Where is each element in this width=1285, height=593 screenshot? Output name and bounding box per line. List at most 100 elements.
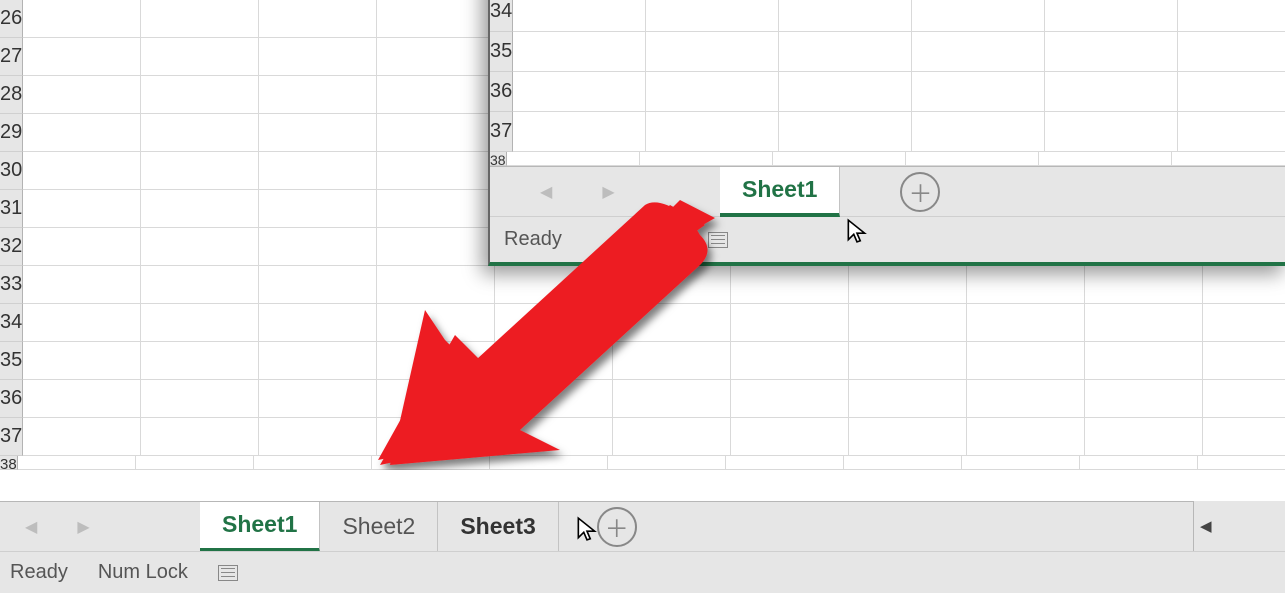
cell[interactable]: [1045, 72, 1178, 112]
cell[interactable]: [259, 228, 377, 266]
cell[interactable]: [646, 112, 779, 152]
cell[interactable]: [1203, 418, 1285, 456]
cell[interactable]: [495, 418, 613, 456]
cell[interactable]: [377, 304, 495, 342]
row-header[interactable]: 37: [490, 112, 513, 152]
cell[interactable]: [141, 0, 259, 38]
cell[interactable]: [849, 418, 967, 456]
cell[interactable]: [613, 380, 731, 418]
cell[interactable]: [608, 456, 726, 470]
cell[interactable]: [731, 266, 849, 304]
cell[interactable]: [259, 0, 377, 38]
cell[interactable]: [23, 380, 141, 418]
cell[interactable]: [912, 112, 1045, 152]
row-header[interactable]: 26: [0, 0, 23, 38]
cell[interactable]: [495, 342, 613, 380]
cell[interactable]: [731, 342, 849, 380]
cell[interactable]: [141, 76, 259, 114]
tab-nav-next-icon[interactable]: ▶: [77, 517, 89, 537]
horizontal-scrollbar[interactable]: ◀: [1193, 501, 1285, 551]
row-header[interactable]: 38: [0, 456, 18, 470]
row-header[interactable]: 32: [0, 228, 23, 266]
cell[interactable]: [23, 418, 141, 456]
cell[interactable]: [141, 266, 259, 304]
cell[interactable]: [1203, 304, 1285, 342]
cell[interactable]: [377, 0, 495, 38]
sheet-tab-1[interactable]: Sheet1: [720, 167, 840, 217]
cell[interactable]: [259, 342, 377, 380]
row-header[interactable]: 31: [0, 190, 23, 228]
cell[interactable]: [141, 342, 259, 380]
add-sheet-button[interactable]: ＋: [597, 507, 637, 547]
cell[interactable]: [259, 418, 377, 456]
cell[interactable]: [613, 342, 731, 380]
scroll-left-icon[interactable]: ◀: [1200, 517, 1212, 535]
cell[interactable]: [259, 114, 377, 152]
row-header[interactable]: 37: [0, 418, 23, 456]
cell[interactable]: [377, 266, 495, 304]
cell[interactable]: [912, 32, 1045, 72]
cell[interactable]: [377, 38, 495, 76]
cell[interactable]: [141, 418, 259, 456]
cell[interactable]: [507, 152, 640, 166]
cell[interactable]: [1178, 32, 1285, 72]
cell[interactable]: [513, 72, 646, 112]
row-header[interactable]: 29: [0, 114, 23, 152]
cell[interactable]: [912, 0, 1045, 32]
cell[interactable]: [23, 38, 141, 76]
tab-nav-prev-icon[interactable]: ◀: [540, 182, 552, 202]
cell[interactable]: [1045, 32, 1178, 72]
cell[interactable]: [613, 304, 731, 342]
cell[interactable]: [646, 72, 779, 112]
cell[interactable]: [377, 76, 495, 114]
cell[interactable]: [1039, 152, 1172, 166]
cell[interactable]: [906, 152, 1039, 166]
cell[interactable]: [141, 228, 259, 266]
row-header[interactable]: 28: [0, 76, 23, 114]
cell[interactable]: [372, 456, 490, 470]
cell[interactable]: [1080, 456, 1198, 470]
cell[interactable]: [1203, 266, 1285, 304]
cell[interactable]: [23, 76, 141, 114]
row-header[interactable]: 33: [0, 266, 23, 304]
cell[interactable]: [495, 266, 613, 304]
cell[interactable]: [377, 152, 495, 190]
row-header[interactable]: 38: [490, 152, 507, 166]
cell[interactable]: [141, 190, 259, 228]
cell[interactable]: [141, 38, 259, 76]
cell[interactable]: [259, 152, 377, 190]
cell[interactable]: [23, 342, 141, 380]
cell[interactable]: [141, 304, 259, 342]
cell[interactable]: [141, 380, 259, 418]
cell[interactable]: [254, 456, 372, 470]
cell[interactable]: [646, 32, 779, 72]
cell[interactable]: [726, 456, 844, 470]
cell[interactable]: [495, 380, 613, 418]
row-header[interactable]: 35: [490, 32, 513, 72]
cell[interactable]: [141, 152, 259, 190]
cell[interactable]: [136, 456, 254, 470]
cell[interactable]: [779, 32, 912, 72]
cell[interactable]: [259, 266, 377, 304]
cell[interactable]: [967, 304, 1085, 342]
cell[interactable]: [967, 266, 1085, 304]
cell[interactable]: [1198, 456, 1285, 470]
macro-record-icon[interactable]: [218, 565, 238, 581]
tab-nav-next-icon[interactable]: ▶: [602, 182, 614, 202]
row-header[interactable]: 30: [0, 152, 23, 190]
cell[interactable]: [849, 342, 967, 380]
cell[interactable]: [141, 114, 259, 152]
row-header[interactable]: 35: [0, 342, 23, 380]
cell[interactable]: [640, 152, 773, 166]
row-header[interactable]: 27: [0, 38, 23, 76]
cell[interactable]: [1045, 0, 1178, 32]
cell[interactable]: [23, 304, 141, 342]
cell[interactable]: [513, 112, 646, 152]
cell[interactable]: [731, 418, 849, 456]
cell[interactable]: [23, 114, 141, 152]
cell[interactable]: [1085, 266, 1203, 304]
row-header[interactable]: 36: [0, 380, 23, 418]
cell[interactable]: [18, 456, 136, 470]
cell[interactable]: [259, 304, 377, 342]
cell[interactable]: [912, 72, 1045, 112]
